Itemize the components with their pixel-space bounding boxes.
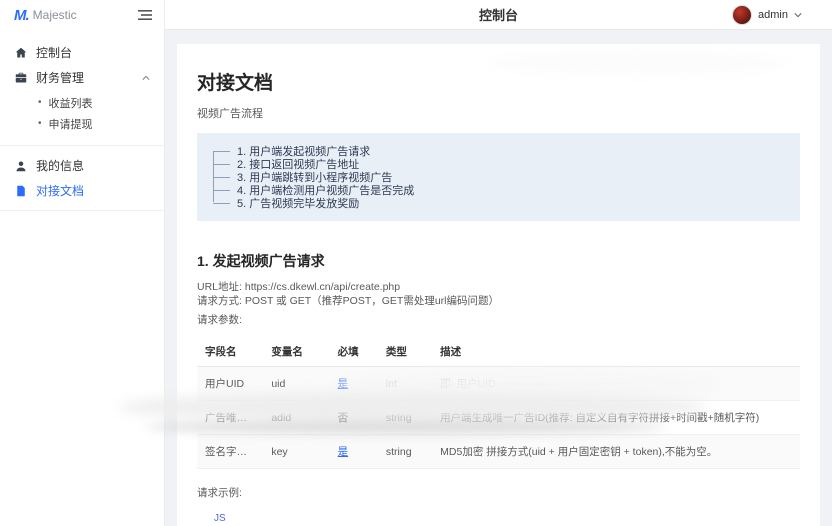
table-row: 用户UIDuid 是 int即: 用户UID [197,367,800,401]
url-label: URL地址: [197,281,242,293]
app-window: M. Majestic 控制台财务管理收益列表申请提现我的信息对接文档 控制台 … [0,0,832,526]
column-header: 字段名 [197,337,263,367]
column-header: 类型 [378,337,432,367]
home-icon [14,46,27,59]
method-value: POST 或 GET（推荐POST，GET需处理url编码问题） [245,295,499,307]
process-steps-box: 1. 用户端发起视频广告请求2. 接口返回视频广告地址3. 用户端跳转到小程序视… [197,133,800,221]
sidebar-subitem-withdraw[interactable]: 申请提现 [0,113,164,134]
sidebar-item-docs[interactable]: 对接文档 [0,178,164,203]
table-header-row: 字段名变量名必填类型描述 [197,337,800,367]
column-header: 描述 [432,337,800,367]
user-icon [14,159,27,172]
table-cell: string [378,401,432,435]
table-cell: 广告唯一ID [197,401,263,435]
params-label: 请求参数: [197,314,800,327]
chevron-up-icon [142,74,150,82]
sidebar-subitem-revenue-list[interactable]: 收益列表 [0,92,164,113]
table-cell: 否 [330,401,378,435]
table-cell: adid [263,401,329,435]
sidebar-item-label: 财务管理 [36,69,84,86]
document-icon [14,184,27,197]
top-header: 控制台 admin [165,0,832,30]
required-flag: 否 [338,412,349,424]
logo-mark-icon: M. [14,7,29,24]
table-row: 广告唯一IDadid 否 string用户端生成唯一广告ID(推荐: 自定义自有字符… [197,401,800,435]
sidebar-item-label: 控制台 [36,44,72,61]
sidebar-submenu: 收益列表申请提现 [0,90,164,138]
table-cell: string [378,435,432,469]
divider [0,145,164,146]
sidebar-item-console[interactable]: 控制台 [0,40,164,65]
sidebar-item-profile[interactable]: 我的信息 [0,153,164,178]
table-cell: 用户端生成唯一广告ID(推荐: 自定义自有字符拼接+时间戳+随机字符) [432,401,800,435]
tab-js[interactable]: JS [197,509,243,526]
divider [0,210,164,211]
table-cell: int [378,367,432,401]
chevron-down-icon [794,6,802,24]
required-flag: 是 [338,446,349,458]
sidebar-item-finance[interactable]: 财务管理 [0,65,164,90]
main-area: 控制台 admin 对接文档 视频广告流程 1. 用户端发起视频广告请求2. 接… [165,0,832,526]
method-label: 请求方式: [197,295,242,307]
sidebar-collapse-icon[interactable] [138,9,152,21]
table-cell: 签名字符串 [197,435,263,469]
table-cell: uid [263,367,329,401]
table-cell: 即: 用户UID [432,367,800,401]
sidebar-item-label: 对接文档 [36,182,84,199]
sidebar-nav: 控制台财务管理收益列表申请提现我的信息对接文档 [0,30,164,211]
table-row: 签名字符串key 是 stringMD5加密 拼接方式(uid + 用户固定密钥 +… [197,435,800,469]
method-line: 请求方式: POST 或 GET（推荐POST，GET需处理url编码问题） [197,295,800,308]
column-header: 变量名 [263,337,329,367]
user-menu[interactable]: admin [732,5,832,25]
process-tree: 1. 用户端发起视频广告请求2. 接口返回视频广告地址3. 用户端跳转到小程序视… [213,144,784,209]
table-cell: 是 [330,435,378,469]
params-table: 字段名变量名必填类型描述 用户UIDuid是int即: 用户UID广告唯一IDa… [197,337,800,469]
section-title: 1. 发起视频广告请求 [197,251,800,271]
sidebar: M. Majestic 控制台财务管理收益列表申请提现我的信息对接文档 [0,0,165,526]
table-cell: key [263,435,329,469]
required-flag: 是 [338,378,349,390]
table-cell: 是 [330,367,378,401]
sidebar-logo-row: M. Majestic [0,0,164,30]
process-step: 5. 广告视频完毕发放奖励 [213,196,784,209]
content-area: 对接文档 视频广告流程 1. 用户端发起视频广告请求2. 接口返回视频广告地址3… [165,30,832,526]
example-label: 请求示例: [197,485,800,500]
finance-icon [14,71,27,84]
doc-card: 对接文档 视频广告流程 1. 用户端发起视频广告请求2. 接口返回视频广告地址3… [177,44,820,526]
doc-title: 对接文档 [197,68,800,95]
sidebar-item-label: 我的信息 [36,157,84,174]
avatar [732,5,752,25]
doc-subtitle: 视频广告流程 [197,105,800,121]
table-cell: MD5加密 拼接方式(uid + 用户固定密钥 + token),不能为空。 [432,435,800,469]
logo-text: Majestic [33,8,77,22]
code-tab-bar: JS [197,509,800,526]
column-header: 必填 [330,337,378,367]
user-name: admin [758,9,788,21]
url-value: https://cs.dkewl.cn/api/create.php [245,281,400,293]
url-line: URL地址: https://cs.dkewl.cn/api/create.ph… [197,281,800,294]
table-cell: 用户UID [197,367,263,401]
